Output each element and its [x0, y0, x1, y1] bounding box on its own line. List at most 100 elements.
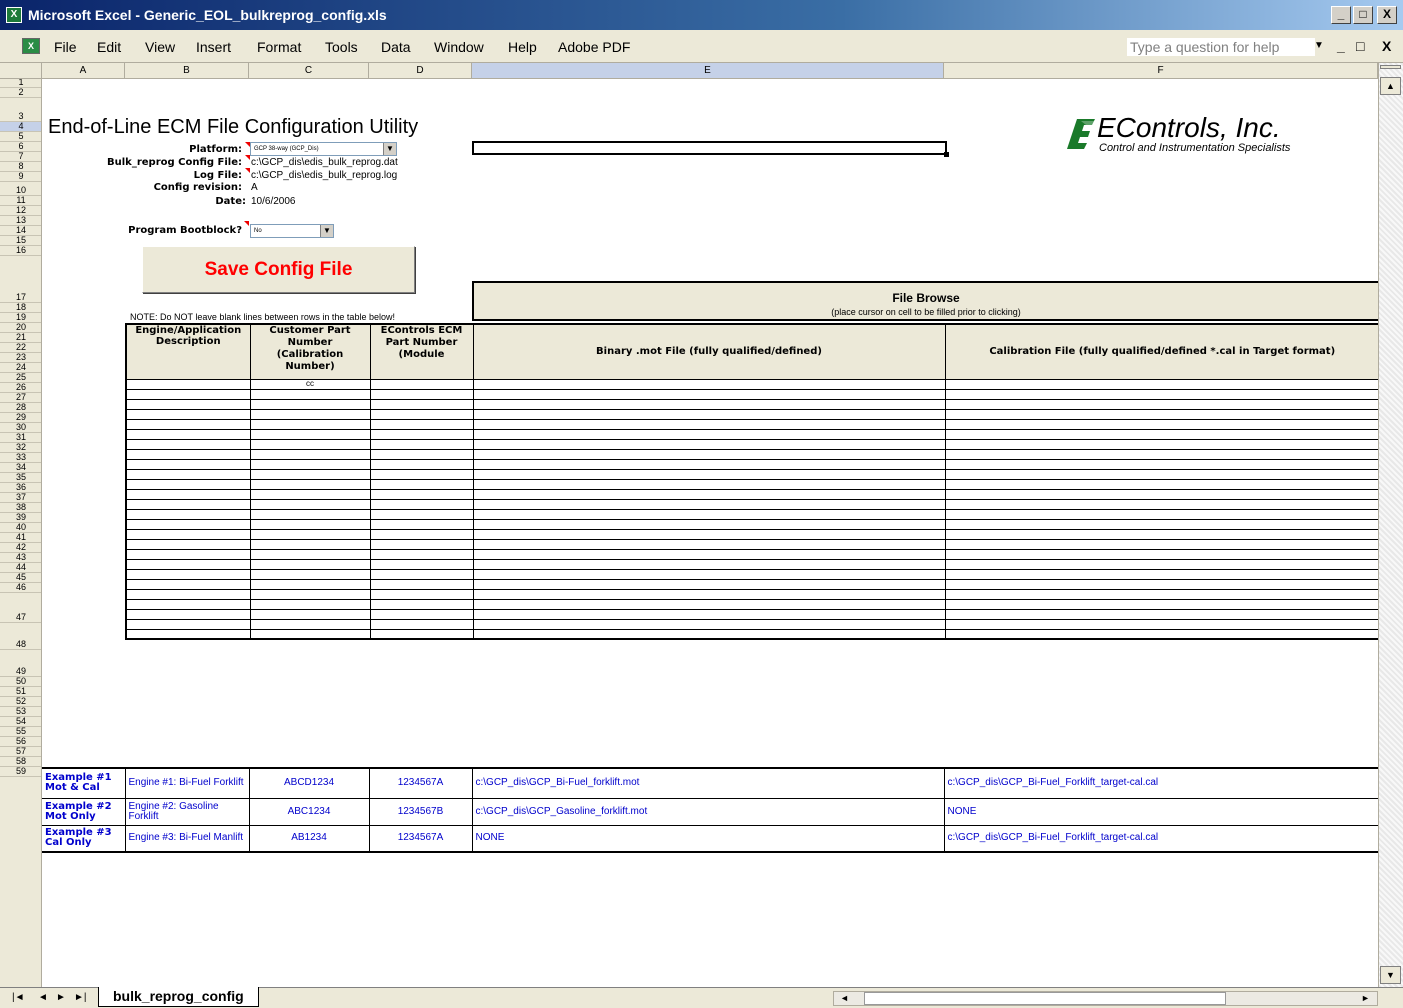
menu-help[interactable]: Help [508, 39, 537, 55]
table-cell[interactable] [249, 488, 371, 500]
table-cell[interactable] [369, 518, 474, 530]
example-cell-label[interactable]: Example #1 Mot & Cal [42, 767, 126, 799]
table-cell[interactable] [125, 488, 251, 500]
table-cell[interactable] [125, 428, 251, 440]
scroll-up-button[interactable]: ▲ [1380, 77, 1401, 95]
table-cell[interactable] [472, 568, 946, 580]
fill-handle[interactable] [944, 152, 949, 157]
scroll-left-button[interactable]: ◄ [840, 993, 849, 1003]
minimize-button[interactable]: _ [1331, 6, 1351, 24]
table-cell[interactable] [125, 538, 251, 550]
menu-window[interactable]: Window [434, 39, 484, 55]
table-cell[interactable] [249, 478, 371, 490]
table-cell[interactable] [944, 408, 1378, 420]
example-cell-engine[interactable]: Engine #3: Bi-Fuel Manlift [124, 824, 250, 853]
last-sheet-button[interactable]: ►| [74, 992, 87, 1003]
save-config-button[interactable]: Save Config File [142, 246, 415, 293]
table-cell[interactable] [472, 538, 946, 550]
table-cell[interactable] [369, 438, 474, 450]
maximize-button[interactable]: □ [1353, 6, 1373, 24]
table-cell[interactable] [249, 438, 371, 450]
table-cell[interactable] [944, 548, 1378, 560]
table-cell[interactable] [944, 588, 1378, 600]
horizontal-scrollbar[interactable]: ◄ ► [833, 991, 1378, 1006]
table-cell[interactable] [249, 458, 371, 470]
example-cell-customer[interactable]: ABC1234 [248, 797, 370, 826]
table-cell[interactable] [249, 558, 371, 570]
example-cell-engine[interactable]: Engine #2: Gasoline Forklift [124, 797, 250, 826]
table-cell[interactable] [249, 548, 371, 560]
table-cell[interactable] [125, 398, 251, 410]
table-cell[interactable] [125, 578, 251, 590]
table-cell[interactable] [472, 438, 946, 450]
table-cell[interactable] [944, 398, 1378, 410]
table-cell[interactable] [472, 618, 946, 630]
table-cell[interactable] [944, 448, 1378, 460]
column-header-c[interactable]: C [249, 63, 369, 79]
example-cell-cal[interactable]: c:\GCP_dis\GCP_Bi-Fuel_Forklift_target-c… [943, 824, 1378, 853]
table-cell[interactable] [472, 498, 946, 510]
column-header-d[interactable]: D [369, 63, 472, 79]
table-cell[interactable] [369, 408, 474, 420]
table-cell[interactable] [249, 538, 371, 550]
row-header[interactable]: 3 [0, 98, 41, 122]
table-cell[interactable] [249, 398, 371, 410]
menu-data[interactable]: Data [381, 39, 411, 55]
table-cell[interactable] [125, 378, 251, 390]
prev-sheet-button[interactable]: ◄ [38, 992, 48, 1003]
row-header[interactable]: 49 [0, 650, 41, 677]
table-cell[interactable] [369, 398, 474, 410]
table-cell[interactable] [472, 508, 946, 520]
selected-cell[interactable] [472, 141, 949, 157]
scroll-thumb[interactable] [864, 992, 1226, 1005]
table-cell[interactable] [472, 598, 946, 610]
first-sheet-button[interactable]: |◄ [12, 992, 25, 1003]
table-cell[interactable] [472, 588, 946, 600]
row-header[interactable]: 59 [0, 766, 41, 777]
example-cell-cal[interactable]: NONE [943, 797, 1378, 826]
table-cell[interactable] [944, 558, 1378, 570]
row-header[interactable]: 10 [0, 182, 41, 196]
table-cell[interactable] [944, 478, 1378, 490]
table-cell[interactable] [249, 608, 371, 620]
doc-minimize-button[interactable]: _ [1337, 38, 1345, 54]
table-cell[interactable] [944, 378, 1378, 390]
table-cell[interactable] [369, 418, 474, 430]
row-header[interactable]: 47 [0, 593, 41, 623]
table-cell[interactable] [125, 508, 251, 520]
table-cell[interactable] [249, 628, 371, 640]
table-cell[interactable] [369, 378, 474, 390]
close-button[interactable]: X [1377, 6, 1397, 24]
table-cell[interactable] [125, 618, 251, 630]
example-cell-mot[interactable]: c:\GCP_dis\GCP_Gasoline_forklift.mot [471, 797, 945, 826]
example-cell-ecm[interactable]: 1234567A [368, 767, 473, 799]
menu-insert[interactable]: Insert [196, 39, 231, 55]
table-cell[interactable] [125, 608, 251, 620]
table-cell[interactable] [125, 438, 251, 450]
table-cell[interactable] [249, 618, 371, 630]
table-cell[interactable] [125, 628, 251, 640]
table-cell[interactable] [369, 598, 474, 610]
table-cell[interactable] [125, 568, 251, 580]
table-cell[interactable] [472, 558, 946, 570]
table-cell[interactable] [472, 478, 946, 490]
table-cell[interactable] [944, 508, 1378, 520]
row-header[interactable]: 16 [0, 245, 41, 256]
menu-view[interactable]: View [145, 39, 175, 55]
table-cell[interactable] [125, 548, 251, 560]
table-cell[interactable] [125, 598, 251, 610]
table-cell[interactable] [369, 468, 474, 480]
example-cell-ecm[interactable]: 1234567A [368, 824, 473, 853]
table-cell[interactable] [472, 418, 946, 430]
table-cell[interactable] [472, 388, 946, 400]
help-dropdown-icon[interactable]: ▼ [1314, 40, 1324, 51]
table-cell[interactable] [369, 538, 474, 550]
table-cell[interactable] [472, 428, 946, 440]
split-box[interactable] [1380, 65, 1401, 69]
table-cell[interactable] [125, 468, 251, 480]
doc-restore-button[interactable]: □ [1356, 38, 1364, 54]
table-cell[interactable] [944, 498, 1378, 510]
table-cell[interactable] [944, 458, 1378, 470]
column-header-a[interactable]: A [42, 63, 125, 79]
table-cell[interactable] [125, 528, 251, 540]
